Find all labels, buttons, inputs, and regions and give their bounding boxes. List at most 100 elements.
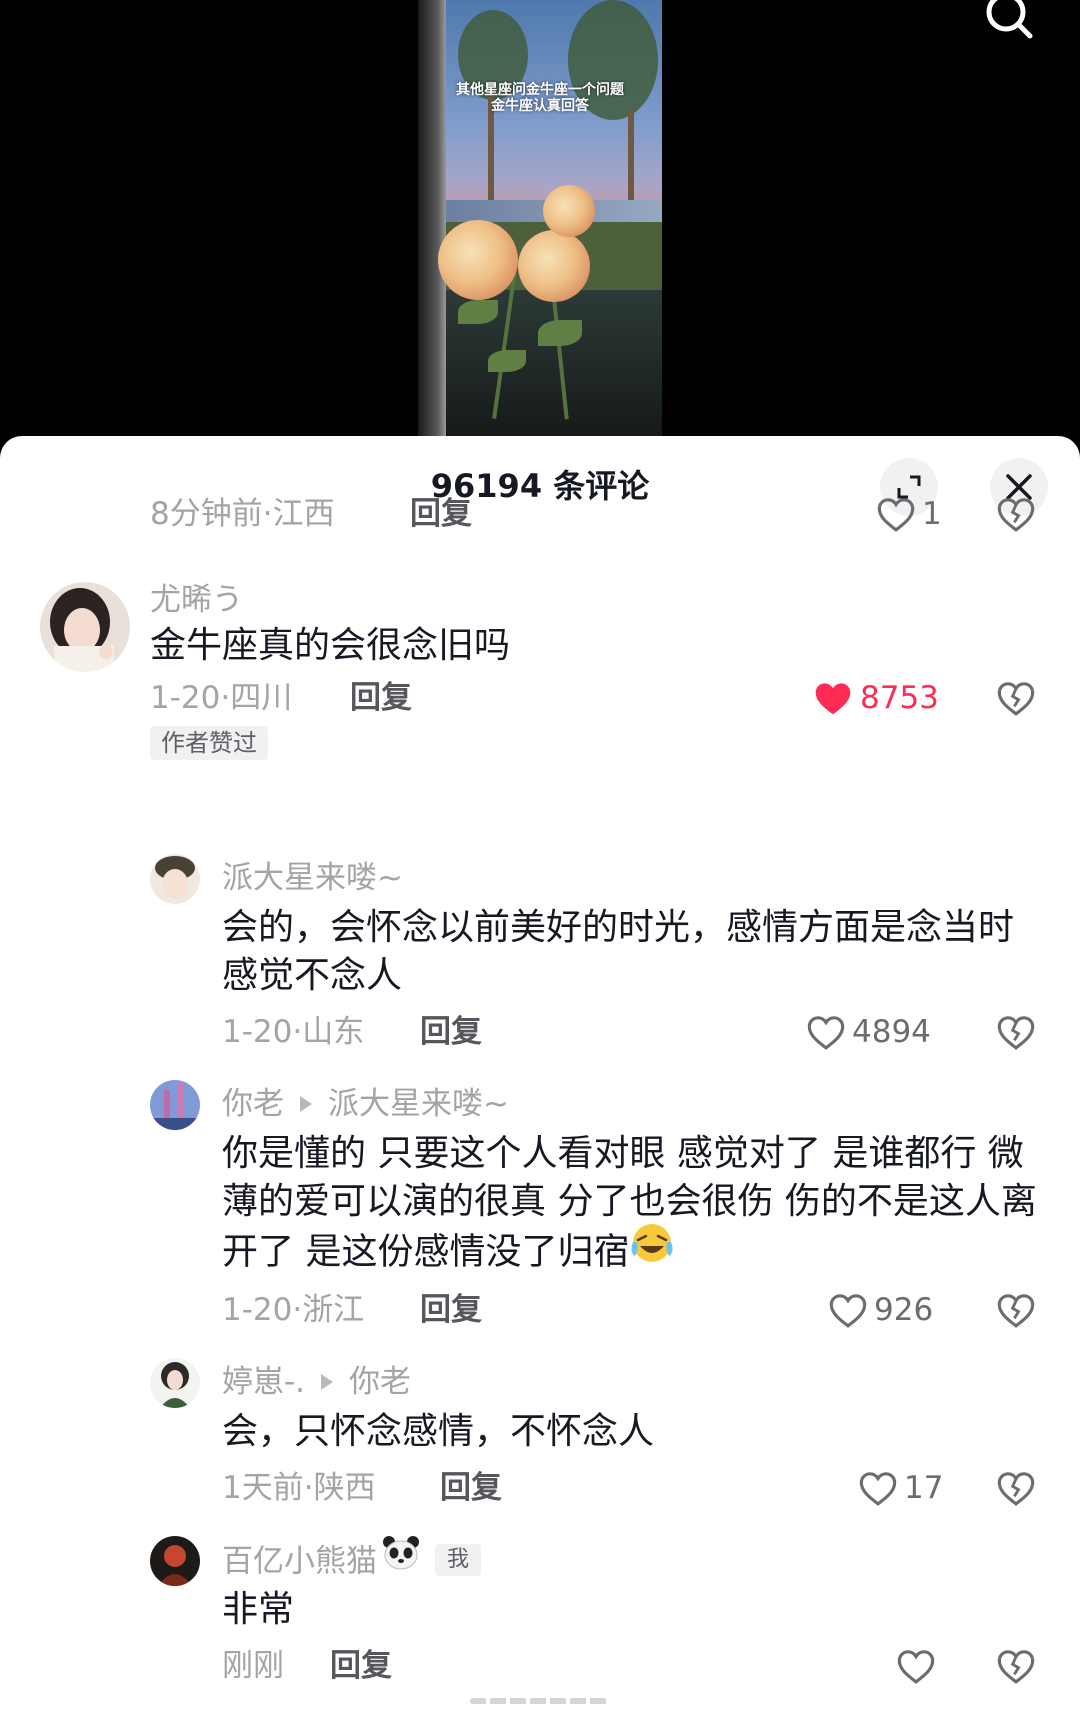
- broken-heart-icon[interactable]: [996, 1290, 1036, 1330]
- separator: ·: [292, 1292, 303, 1328]
- reply-button[interactable]: 回复: [350, 676, 412, 720]
- heart-outline-icon: [859, 1472, 897, 1506]
- like-button[interactable]: 17: [858, 1466, 943, 1510]
- comment-username-line: 你老 派大星来喽~: [222, 1082, 509, 1126]
- like-count: 4894: [852, 1014, 931, 1050]
- heart-outline-icon: [877, 498, 915, 532]
- caption-line-2: 金牛座认真回答: [491, 98, 589, 114]
- like-count: 17: [904, 1470, 944, 1506]
- comment-location: 四川: [230, 680, 293, 716]
- video-thumbnail[interactable]: 其他星座问金牛座一个问题 金牛座认真回答: [418, 0, 662, 436]
- comment-username[interactable]: 你老: [222, 1086, 284, 1122]
- comment-username[interactable]: 尤晞う: [150, 578, 243, 622]
- heart-outline-icon: [897, 1650, 935, 1684]
- comment-time: 1-20: [150, 680, 221, 716]
- broken-heart-icon[interactable]: [996, 678, 1036, 718]
- comment-meta-row: 1-20·四川 回复 8753: [0, 676, 1080, 720]
- heart-filled-icon: [815, 683, 851, 715]
- caption-line-1: 其他星座问金牛座一个问题: [456, 82, 624, 98]
- like-count: 8753: [860, 680, 939, 716]
- tree-trunk: [628, 110, 634, 210]
- comment-time-location: 1-20·山东: [222, 1010, 364, 1054]
- reply-button[interactable]: 回复: [440, 1466, 502, 1510]
- comment-time-location: 1-20·浙江: [222, 1288, 364, 1332]
- comment-username-line: 婷崽-. 你老: [222, 1360, 411, 1404]
- comment-time: 1-20: [222, 1292, 293, 1328]
- user-avatar-photo: [150, 854, 200, 904]
- comment-location: 陕西: [313, 1470, 376, 1506]
- comment-time: 1天前: [222, 1470, 304, 1506]
- reply-button[interactable]: 回复: [420, 1010, 482, 1054]
- comment-location: 江西: [272, 496, 335, 532]
- rose-shape: [543, 185, 595, 237]
- search-button[interactable]: [980, 0, 1040, 40]
- separator: ·: [292, 1014, 303, 1050]
- video-area[interactable]: 其他星座问金牛座一个问题 金牛座认真回答: [0, 0, 1080, 440]
- window-sill: [418, 290, 662, 436]
- user-avatar-photo: [40, 582, 130, 672]
- reply-button[interactable]: 回复: [420, 1288, 482, 1332]
- comment-time-location: 1-20·四川: [150, 676, 292, 720]
- user-avatar-photo: [150, 1080, 200, 1130]
- broken-heart-icon[interactable]: [996, 1468, 1036, 1508]
- separator: ·: [220, 680, 231, 716]
- rose-shape: [438, 220, 518, 300]
- reply-to-username[interactable]: 派大星来喽~: [328, 1086, 509, 1122]
- comments-panel: 96194 条评论 8分钟前·江西 回复 1 尤晞う 金牛座真的会很念旧吗 1-…: [0, 436, 1080, 1712]
- avatar[interactable]: [150, 854, 200, 904]
- laughing-crying-emoji: [629, 1222, 675, 1277]
- comment-meta-row: 1天前·陕西 回复 17: [0, 1466, 1080, 1510]
- separator: ·: [262, 496, 273, 532]
- leaf-shape: [458, 300, 498, 324]
- comment-time-location: 8分钟前·江西: [150, 492, 335, 536]
- comment-username[interactable]: 百亿小熊猫: [222, 1544, 377, 1580]
- author-liked-badge: 作者赞过: [150, 726, 268, 760]
- broken-heart-icon[interactable]: [996, 1646, 1036, 1686]
- me-badge: 我: [435, 1544, 482, 1576]
- comment-username-line: 百亿小熊猫 我: [222, 1536, 482, 1588]
- heart-outline-icon: [807, 1016, 845, 1050]
- comment-text: 金牛座真的会很念旧吗: [150, 625, 511, 666]
- like-button[interactable]: [896, 1644, 936, 1688]
- avatar[interactable]: [40, 582, 130, 672]
- like-button[interactable]: 926: [828, 1288, 933, 1332]
- leaf-shape: [488, 350, 526, 372]
- like-count: 926: [874, 1292, 934, 1328]
- reply-button[interactable]: 回复: [330, 1644, 392, 1688]
- broken-heart-icon[interactable]: [996, 494, 1036, 534]
- reply-arrow-icon: [321, 1373, 334, 1390]
- separator: ·: [303, 1470, 314, 1506]
- like-button[interactable]: 8753: [812, 676, 939, 720]
- comment-time: 8分钟前: [150, 496, 263, 532]
- comment-username[interactable]: 派大星来喽~: [222, 856, 403, 900]
- home-indicator: [470, 1698, 610, 1704]
- comment-location: 浙江: [302, 1292, 365, 1328]
- video-caption: 其他星座问金牛座一个问题 金牛座认真回答: [418, 82, 662, 114]
- comment-meta-row: 1-20·山东 回复 4894: [0, 1010, 1080, 1054]
- like-button[interactable]: 1: [876, 492, 942, 536]
- comment-text: 你是懂的 只要这个人看对眼 感觉对了 是谁都行 微薄的爱可以演的很真 分了也会很…: [222, 1130, 1042, 1281]
- comment-time: 刚刚: [222, 1648, 284, 1684]
- reply-button[interactable]: 回复: [410, 492, 472, 536]
- avatar[interactable]: [150, 1536, 200, 1586]
- comment-time: 1-20: [222, 1014, 293, 1050]
- avatar[interactable]: [150, 1080, 200, 1130]
- comment-meta-row: 刚刚 回复: [0, 1644, 1080, 1688]
- comment-text: 会，只怀念感情，不怀念人: [222, 1411, 655, 1452]
- broken-heart-icon[interactable]: [996, 1012, 1036, 1052]
- comment-text: 非常: [222, 1589, 295, 1630]
- comment-username[interactable]: 婷崽-.: [222, 1364, 305, 1400]
- user-avatar-photo: [150, 1536, 200, 1586]
- reply-to-username[interactable]: 你老: [349, 1364, 411, 1400]
- reply-arrow-icon: [300, 1095, 312, 1112]
- comment-meta-row: 8分钟前·江西 回复 1: [0, 492, 1080, 536]
- like-button[interactable]: 4894: [806, 1010, 931, 1054]
- comment-location: 山东: [302, 1014, 365, 1050]
- comment-meta-row: 1-20·浙江 回复 926: [0, 1288, 1080, 1332]
- comment-text: 会的，会怀念以前美好的时光，感情方面是念当时感觉不念人: [222, 907, 1015, 996]
- panda-emoji: [377, 1534, 421, 1584]
- heart-outline-icon: [829, 1294, 867, 1328]
- avatar[interactable]: [150, 1358, 200, 1408]
- comment-time-location: 1天前·陕西: [222, 1466, 376, 1510]
- search-icon: [986, 0, 1033, 39]
